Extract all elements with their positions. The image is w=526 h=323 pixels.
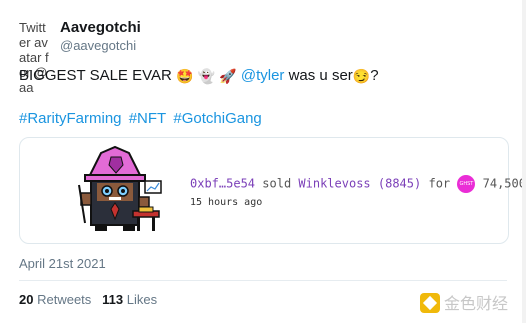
sold-label: sold [262,176,292,191]
tweet-text-end: ? [370,67,379,84]
retweets-label[interactable]: Retweets [37,292,91,307]
ghst-token-icon: GHST [457,175,476,193]
smirking-face-emoji-icon: 😏 [352,68,371,84]
sale-time-ago: 15 hours ago [190,197,263,208]
hashtag-link[interactable]: #GotchiGang [173,110,261,127]
tweet-date[interactable]: April 21st 2021 [19,256,106,271]
tweet-text: BIGGEST SALE EVAR 🤩 👻 🚀 @tyler was u ser… [19,67,379,85]
sale-price: 74,500 [482,176,526,191]
star-struck-emoji-icon: 🤩 [176,68,194,84]
gotchi-wizard-image [78,145,162,231]
sale-summary: 0xbf…5e54 sold Winklevoss (8845) for GHS… [190,175,526,193]
ghost-emoji-icon: 👻 [197,68,216,84]
likes-label[interactable]: Likes [127,292,157,307]
sale-card[interactable]: 0xbf…5e54 sold Winklevoss (8845) for GHS… [19,137,526,244]
tweet-text-after-mention: was u ser [288,67,353,84]
author-name[interactable]: Aavegotchi [60,19,141,36]
author-handle[interactable]: @aavegotchi [60,38,136,53]
watermark-logo-icon [420,293,440,313]
buyer-address-link[interactable]: 0xbf…5e54 [190,177,255,191]
hashtags: #RarityFarming #NFT #GotchiGang [19,110,265,127]
item-name-link[interactable]: Winklevoss (8845) [298,177,421,191]
hashtag-link[interactable]: #NFT [129,110,167,127]
divider [19,280,507,281]
tweet-stats: 20 Retweets 113 Likes [19,292,157,307]
window-edge [522,0,526,323]
watermark: 金色财经 [420,290,508,314]
likes-count[interactable]: 113 [102,292,123,307]
retweets-count[interactable]: 20 [19,292,33,307]
for-label: for [428,176,451,191]
hashtag-link[interactable]: #RarityFarming [19,110,122,127]
rocket-emoji-icon: 🚀 [219,68,237,84]
tweet-text-start: BIGGEST SALE EVAR [19,67,172,84]
watermark-text: 金色财经 [444,296,509,313]
mention-link[interactable]: @tyler [241,67,285,84]
